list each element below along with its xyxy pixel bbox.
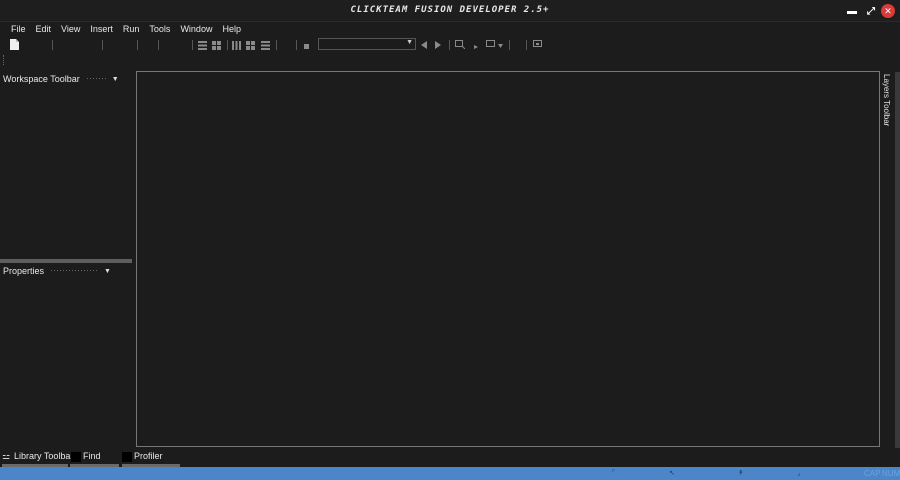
list-icon[interactable] (198, 41, 207, 50)
tab-find-label: Find (83, 451, 101, 461)
minimize-button[interactable]: ▬ (845, 4, 859, 18)
chevron-down-icon[interactable] (498, 44, 503, 48)
properties-panel (0, 264, 132, 450)
toolbar-separator (192, 40, 193, 50)
frame-icon[interactable] (486, 40, 496, 49)
nav-prev-icon[interactable] (421, 41, 427, 49)
toolbar-grip[interactable] (3, 55, 6, 65)
menu-bar: File Edit View Insert Run Tools Window H… (0, 22, 900, 36)
grid-icon[interactable] (246, 41, 255, 50)
toolbar-separator (102, 40, 103, 50)
status-mark-icon: ↟ (738, 470, 744, 477)
toolbar-separator (449, 40, 450, 50)
profiler-icon (122, 452, 132, 462)
menu-run[interactable]: Run (123, 24, 140, 34)
toolbar-separator (296, 40, 297, 50)
status-mark-icon: ⌟ (797, 470, 801, 477)
num-lock-indicator: NUM (882, 469, 900, 478)
frame-icon[interactable] (533, 40, 543, 49)
status-mark-icon: ⌜ (612, 470, 616, 477)
toolbar-separator (137, 40, 138, 50)
zoom-icon[interactable] (455, 40, 465, 49)
small-square-icon[interactable] (304, 44, 309, 49)
layers-toolbar-tab[interactable]: Layers Toolbar (881, 71, 893, 131)
menu-insert[interactable]: Insert (90, 24, 113, 34)
tab-library-toolbar-label: Library Toolbar (14, 451, 74, 461)
chevron-right-icon[interactable] (474, 45, 478, 49)
frame-select[interactable]: ▼ (318, 38, 416, 50)
tab-profiler-label: Profiler (134, 451, 163, 461)
library-icon: ⚍ (2, 451, 11, 461)
status-mark-icon: ↖ (669, 470, 675, 477)
toolbar-separator (509, 40, 510, 50)
menu-file[interactable]: File (11, 24, 26, 34)
chevron-down-icon: ▼ (406, 39, 413, 46)
menu-help[interactable]: Help (222, 24, 241, 34)
caps-lock-indicator: CAP (864, 469, 881, 478)
tab-profiler[interactable]: Profiler (122, 449, 180, 467)
tab-find[interactable]: Find (70, 449, 119, 467)
maximize-button[interactable]: ⤢ (864, 4, 878, 18)
toolbar-separator (227, 40, 228, 50)
nav-next-icon[interactable] (435, 41, 441, 49)
tab-library-toolbar[interactable]: ⚍ Library Toolbar (2, 449, 73, 467)
window-title: CLICKTEAM FUSION DEVELOPER 2.5+ (350, 5, 550, 15)
new-file-icon[interactable] (10, 39, 19, 50)
toolbar-separator (526, 40, 527, 50)
main-toolbar (0, 37, 900, 53)
layers-toolbar-label: Layers Toolbar (882, 74, 891, 127)
workspace-panel (0, 72, 132, 258)
find-icon (71, 452, 81, 462)
menu-edit[interactable]: Edit (36, 24, 52, 34)
title-bar: CLICKTEAM FUSION DEVELOPER 2.5+ ▬ ⤢ ✕ (0, 0, 900, 22)
close-button[interactable]: ✕ (881, 4, 895, 18)
status-bar: ⌜ ↖ ↟ ⌟ CAP NUM (0, 467, 900, 480)
panel-splitter[interactable] (0, 259, 132, 263)
align-icon[interactable] (232, 41, 241, 50)
list-icon[interactable] (261, 41, 270, 50)
toolbar-separator (158, 40, 159, 50)
menu-window[interactable]: Window (180, 24, 212, 34)
bottom-tabs: ⚍ Library Toolbar Find Profiler (0, 449, 900, 467)
menu-tools[interactable]: Tools (149, 24, 170, 34)
toolbar-separator (276, 40, 277, 50)
vertical-scrollbar[interactable] (895, 72, 900, 448)
frame-editor[interactable] (136, 71, 880, 447)
toolbar-separator (52, 40, 53, 50)
menu-view[interactable]: View (61, 24, 80, 34)
grid-icon[interactable] (212, 41, 221, 50)
